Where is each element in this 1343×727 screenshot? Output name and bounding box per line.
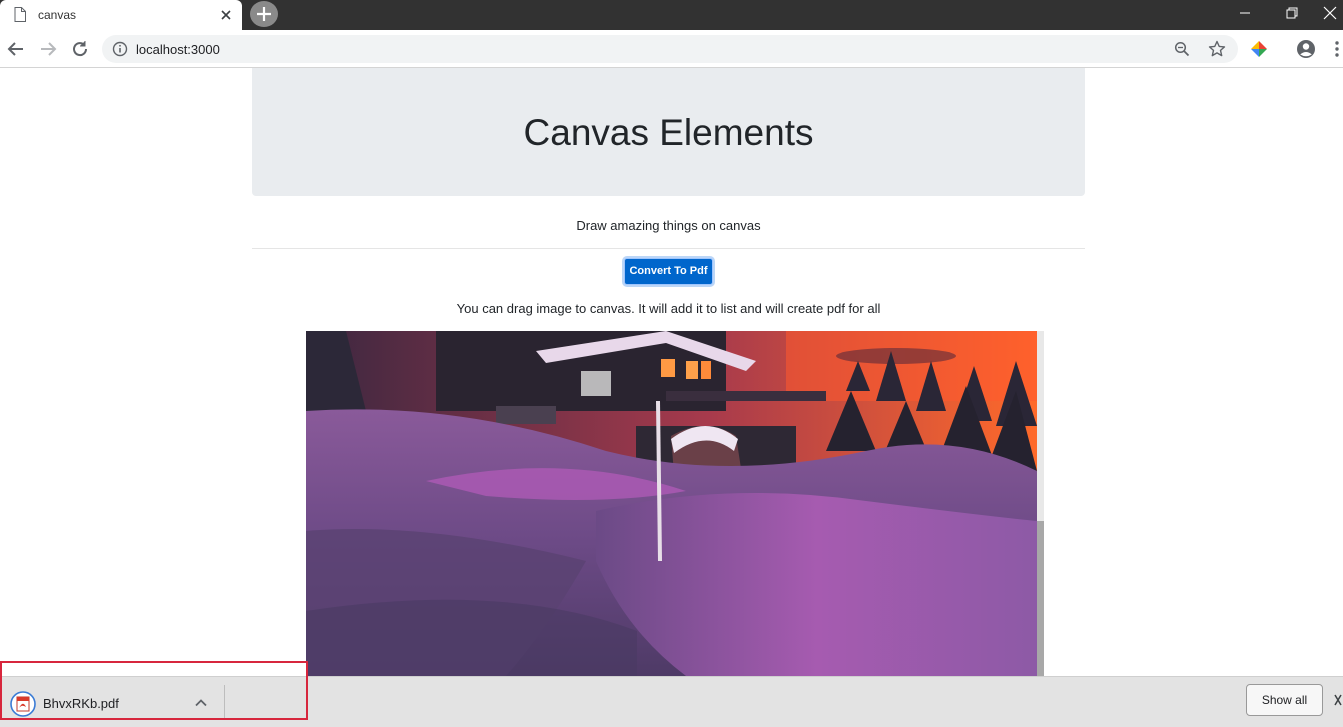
url-text: localhost:3000 [136,42,220,57]
restore-icon[interactable] [1279,3,1303,23]
convert-to-pdf-button[interactable]: Convert To Pdf [624,258,713,285]
extension-icon[interactable] [1250,40,1268,58]
show-all-button[interactable]: Show all [1246,684,1323,716]
profile-icon[interactable] [1296,39,1316,59]
page-title: Canvas Elements [523,112,814,153]
scrollbar-thumb[interactable] [1037,521,1044,676]
tab-strip: canvas [0,0,1343,30]
back-arrow-icon[interactable] [5,38,27,60]
drag-hint-text: You can drag image to canvas. It will ad… [456,301,881,316]
minimize-icon[interactable] [1233,3,1257,23]
reload-icon[interactable] [69,38,91,60]
plus-icon [257,7,271,21]
tab-title: canvas [38,8,77,22]
page-subtitle: Draw amazing things on canvas [576,218,761,233]
canvas-scrollbar[interactable] [1037,331,1044,676]
zoom-icon[interactable] [1174,41,1190,57]
bookmark-star-icon[interactable] [1208,40,1226,58]
page-icon [14,7,26,22]
close-window-icon[interactable] [1318,3,1342,23]
browser-toolbar: localhost:3000 [0,30,1343,68]
browser-tab[interactable]: canvas [0,0,242,30]
new-tab-button[interactable] [250,1,278,27]
forward-arrow-icon[interactable] [37,38,59,60]
divider [252,248,1085,249]
close-shelf-icon[interactable] [1333,692,1343,708]
jumbotron: Canvas Elements [252,68,1085,196]
address-bar[interactable]: localhost:3000 [102,35,1238,63]
tab-close-icon[interactable] [217,6,235,24]
kebab-menu-icon[interactable] [1334,40,1340,58]
highlight-box [0,661,308,720]
drawing-canvas[interactable] [306,331,1044,676]
canvas-image [306,331,1037,676]
info-icon[interactable] [112,41,128,57]
